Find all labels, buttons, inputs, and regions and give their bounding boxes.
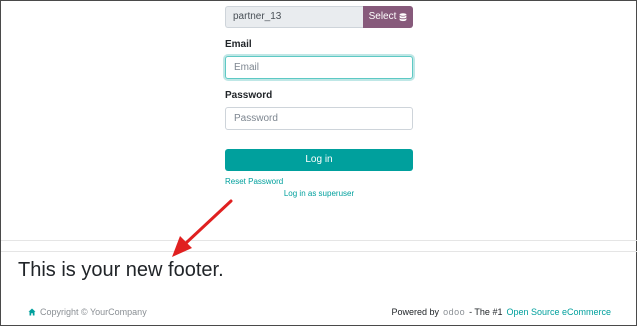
password-label: Password — [225, 90, 273, 101]
email-input[interactable]: Email — [225, 56, 413, 79]
divider — [1, 240, 637, 241]
footer-divider — [1, 251, 637, 252]
login-form: partner_13 Select Email Email Password P… — [225, 6, 413, 198]
copyright: Copyright © YourCompany — [28, 307, 147, 317]
database-selector: partner_13 Select — [225, 6, 413, 28]
reset-password-link[interactable]: Reset Password — [225, 177, 413, 186]
tagline-text: - The #1 — [469, 307, 503, 317]
home-icon — [28, 308, 36, 316]
database-field: partner_13 — [225, 6, 363, 28]
select-label: Select — [368, 11, 397, 22]
select-database-button[interactable]: Select — [363, 6, 413, 28]
email-label: Email — [225, 39, 252, 50]
password-input[interactable]: Password — [225, 107, 413, 130]
powered-by-text: Powered by — [391, 307, 440, 317]
custom-footer-text: This is your new footer. — [18, 259, 224, 281]
copyright-text: Copyright © YourCompany — [40, 307, 147, 317]
database-icon — [399, 12, 407, 21]
powered-by: Powered by odoo - The #1 Open Source eCo… — [392, 307, 611, 317]
superuser-login-link[interactable]: Log in as superuser — [225, 189, 413, 198]
ecommerce-link[interactable]: Open Source eCommerce — [506, 307, 611, 317]
login-button[interactable]: Log in — [225, 149, 413, 171]
odoo-logo[interactable]: odoo — [443, 307, 465, 317]
